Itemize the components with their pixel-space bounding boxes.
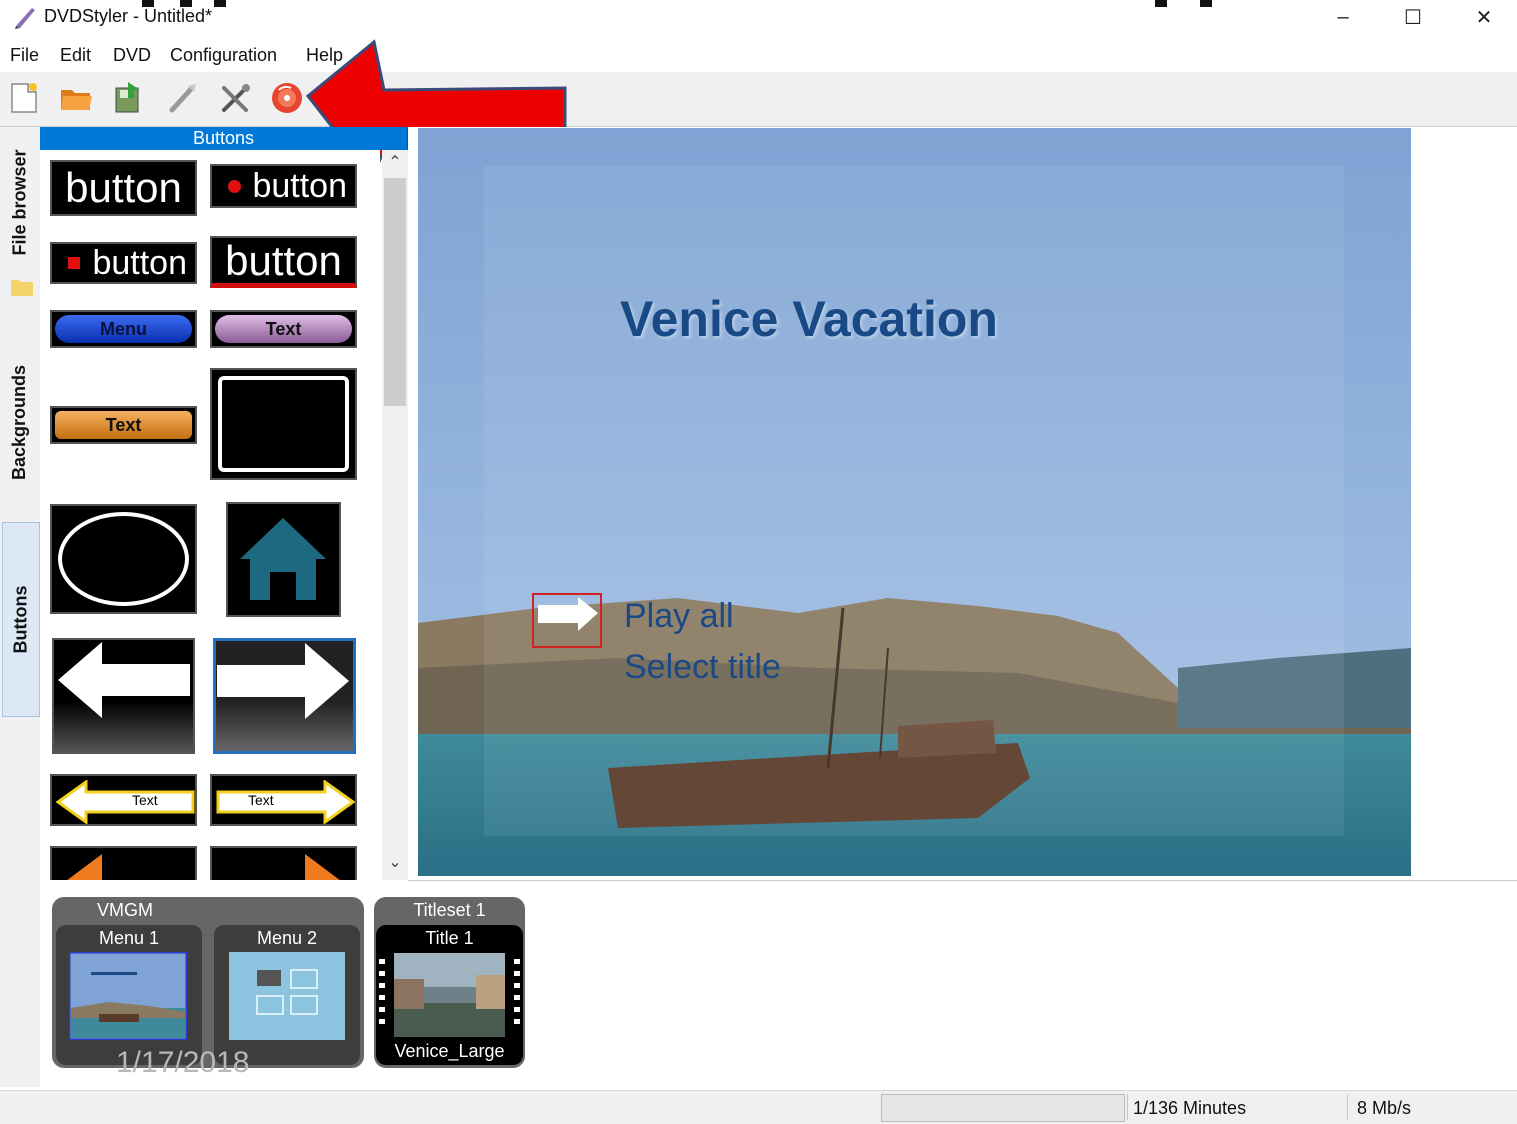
vmgm-label: VMGM <box>97 900 153 920</box>
yellow-arrow-right-icon <box>216 780 355 824</box>
titleset-1-label: Titleset 1 <box>413 900 486 920</box>
arrow-left-icon <box>58 642 190 718</box>
tab-file-browser-label: File browser <box>9 148 30 256</box>
minimize-button[interactable]: – <box>1308 0 1378 34</box>
button-style-ellipse[interactable] <box>50 504 197 614</box>
menu-1-card[interactable]: Menu 1 <box>56 925 202 1065</box>
arrow-right-icon <box>538 597 598 631</box>
button-style-plain[interactable]: button <box>50 160 197 216</box>
menu-1-thumbnail <box>69 952 187 1040</box>
home-icon <box>240 518 326 600</box>
ellipse-shape <box>58 512 189 606</box>
yellow-arrow-left-icon <box>56 780 195 824</box>
tab-backgrounds[interactable]: Backgrounds <box>2 347 38 497</box>
menu-item-select-title[interactable]: Select title <box>624 648 781 687</box>
settings-tools-icon[interactable] <box>218 80 254 116</box>
button-style-blue-pill-label: Menu <box>55 315 192 343</box>
red-square-icon <box>68 257 80 269</box>
button-style-blue-pill[interactable]: Menu <box>50 310 197 348</box>
menu-1-label: Menu 1 <box>98 928 160 948</box>
menu-background-image[interactable] <box>418 128 1411 876</box>
button-style-purple-pill[interactable]: Text <box>210 310 357 348</box>
orange-arrow-left-icon <box>67 854 102 880</box>
menu-dvd[interactable]: DVD <box>113 45 151 66</box>
title-1-filename: Venice_Large <box>394 1041 505 1061</box>
menu-configuration[interactable]: Configuration <box>170 45 277 66</box>
button-style-frame[interactable] <box>210 368 357 480</box>
text-arrow-right-label: Text <box>248 792 274 808</box>
vmgm-group: VMGM Menu 1 Menu 2 <box>52 897 364 1068</box>
arrow-right-icon <box>217 643 349 719</box>
menu-2-label: Menu 2 <box>256 928 318 948</box>
status-separator <box>1127 1094 1128 1120</box>
text-arrow-left-label: Text <box>132 792 158 808</box>
status-bar <box>0 1090 1517 1124</box>
button-style-underline[interactable]: button <box>210 236 357 288</box>
maximize-button[interactable]: ☐ <box>1378 0 1448 34</box>
button-style-orange[interactable]: Text <box>50 406 197 444</box>
button-style-orange-arrow-left[interactable] <box>50 846 197 880</box>
button-style-home[interactable] <box>226 502 341 617</box>
red-dot-icon <box>228 180 241 193</box>
status-separator <box>1347 1094 1348 1120</box>
title-bar: DVDStyler - Untitled* – ☐ ✕ <box>0 0 1517 36</box>
title-1-card[interactable]: Title 1 Venice_Large <box>376 925 523 1065</box>
scrollbar-thumb[interactable] <box>384 178 406 406</box>
button-style-dot[interactable]: button <box>210 164 357 208</box>
button-style-square-label: button <box>92 244 187 282</box>
open-folder-icon[interactable] <box>58 80 94 116</box>
close-button[interactable]: ✕ <box>1449 0 1517 34</box>
button-style-plain-label: button <box>65 164 182 211</box>
date-watermark: 1/17/2018 <box>116 1046 250 1079</box>
frame-shape <box>218 376 349 472</box>
menu-bar: File Edit DVD Configuration Help <box>0 40 1517 73</box>
button-style-square[interactable]: button <box>50 242 197 284</box>
button-style-underline-label: button <box>225 237 342 284</box>
toolbar <box>0 72 1517 127</box>
button-style-text-arrow-right[interactable]: Text <box>210 774 357 826</box>
menu-file[interactable]: File <box>10 45 39 66</box>
play-all-arrow-button[interactable] <box>532 593 602 648</box>
button-style-arrow-left[interactable] <box>52 638 195 754</box>
run-wizard-icon[interactable] <box>166 80 202 116</box>
scroll-up-icon[interactable]: ⌃ <box>382 152 408 176</box>
menu-2-card[interactable]: Menu 2 <box>214 925 360 1065</box>
tab-file-browser[interactable]: File browser <box>2 137 38 267</box>
status-minutes: 1/136 Minutes <box>1133 1098 1247 1118</box>
title-1-label: Title 1 <box>425 928 474 948</box>
film-strip-thumbnail <box>379 953 520 1037</box>
new-file-icon[interactable] <box>6 80 42 116</box>
tab-buttons[interactable]: Buttons <box>2 522 40 717</box>
button-style-text-arrow-left[interactable]: Text <box>50 774 197 826</box>
titleset-1-group: Titleset 1 Title 1 Venice_Large <box>374 897 525 1068</box>
button-style-purple-pill-label: Text <box>215 315 352 343</box>
button-style-dot-label: button <box>252 167 347 205</box>
status-bitrate: 8 Mb/s <box>1357 1098 1412 1118</box>
top-edge-marks <box>142 0 1212 7</box>
window-title: DVDStyler - Untitled* <box>44 6 213 26</box>
dvdstyler-app-icon <box>15 8 35 29</box>
folder-icon <box>11 280 33 296</box>
menu-item-play-all[interactable]: Play all <box>624 597 734 636</box>
tab-buttons-label: Buttons <box>10 585 31 654</box>
menu-2-thumbnail <box>229 952 345 1040</box>
side-tabs: File browser Backgrounds Buttons <box>0 127 40 1087</box>
button-style-arrow-right[interactable] <box>213 638 356 754</box>
scroll-down-icon[interactable]: ⌄ <box>382 852 408 876</box>
button-style-orange-arrow-right[interactable] <box>210 846 357 880</box>
buttons-panel: button button button button Menu Text Te… <box>40 150 380 880</box>
tab-backgrounds-label: Backgrounds <box>9 364 30 480</box>
save-icon[interactable] <box>110 80 146 116</box>
button-style-orange-label: Text <box>55 411 192 439</box>
buttons-panel-header: Buttons <box>40 127 407 150</box>
orange-arrow-right-icon <box>305 854 340 880</box>
menu-edit[interactable]: Edit <box>60 45 91 66</box>
dvd-capacity-progress-bar <box>881 1094 1125 1122</box>
menu-title-text[interactable]: Venice Vacation <box>620 290 998 348</box>
